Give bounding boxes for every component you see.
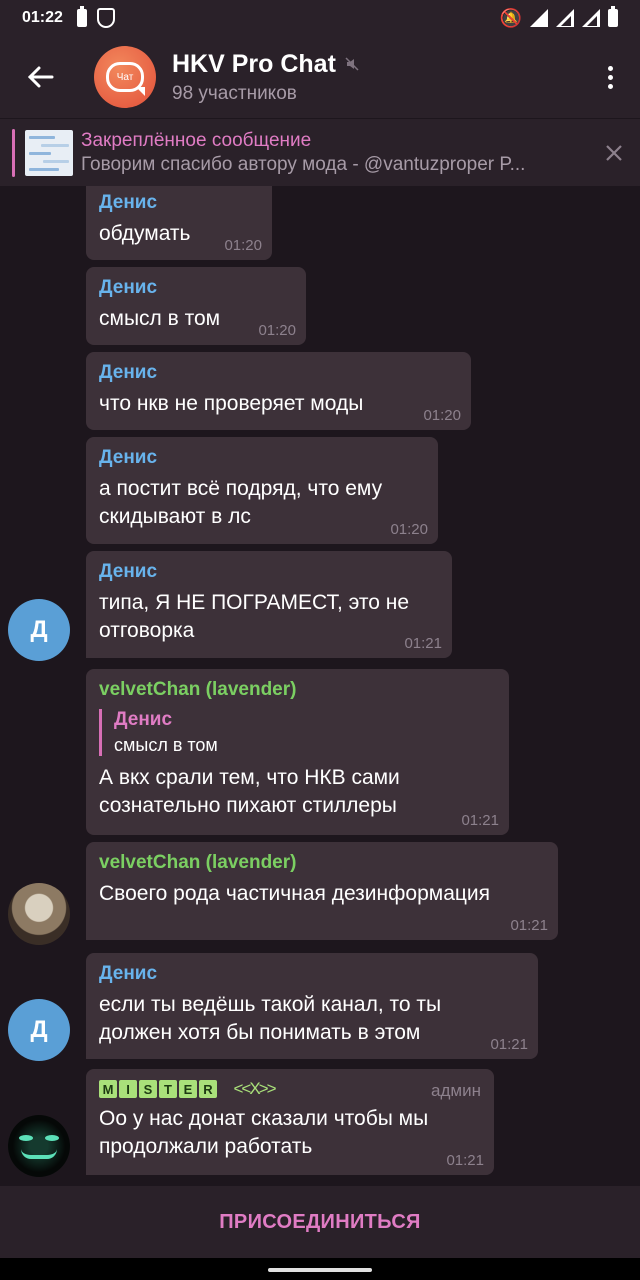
chat-header: Чат HKV Pro Chat 98 участников xyxy=(0,36,640,118)
message-bubble[interactable]: Денис смысл в том 01:20 xyxy=(86,267,306,345)
vpn-shield-icon xyxy=(96,8,115,28)
battery-saver-icon xyxy=(76,6,87,27)
navigation-bar xyxy=(0,1258,640,1280)
message-text-line: если ты ведёшь такой канал, то ты xyxy=(99,993,442,1016)
admin-badge: админ xyxy=(431,1081,481,1100)
chat-avatar[interactable]: Чат xyxy=(94,46,156,108)
chat-avatar-label: Чат xyxy=(116,71,134,83)
message-text-line: а постит всё подряд, что ему xyxy=(99,477,383,500)
notifications-off-icon: 🔕 xyxy=(499,7,522,28)
pinned-thumbnail xyxy=(25,129,73,176)
message-time: 01:21 xyxy=(404,635,442,652)
message-bubble[interactable]: Денис обдумать 01:20 xyxy=(86,186,272,260)
pinned-title: Закреплённое сообщение xyxy=(81,129,312,151)
message-bubble[interactable]: Денис если ты ведёшь такой канал, то ты … xyxy=(86,953,538,1059)
message-time: 01:21 xyxy=(446,1152,484,1169)
reply-sender: Денис xyxy=(114,709,173,730)
chat-title: HKV Pro Chat xyxy=(172,49,336,78)
message-text-line: А вкх срали тем, что НКВ сами xyxy=(99,766,400,789)
message-time: 01:20 xyxy=(224,237,262,254)
more-menu-button[interactable] xyxy=(580,36,640,118)
status-bar: 01:22 🔕 xyxy=(0,0,640,36)
message-sender: M I S T E R <<X>> xyxy=(99,1079,481,1099)
avatar[interactable] xyxy=(8,883,70,945)
message-sender: Денис xyxy=(99,963,158,984)
reply-quote[interactable]: Денис смысл в том xyxy=(99,709,496,756)
message-text: Своего рода частичная дезинформация xyxy=(99,882,491,905)
message-bubble[interactable]: M I S T E R <<X>> админ Оо у нас донат с… xyxy=(86,1069,494,1175)
message-text-line: Оо у нас донат сказали чтобы мы xyxy=(99,1107,429,1130)
message-bubble[interactable]: velvetChan (lavender) Своего рода частич… xyxy=(86,842,558,940)
reply-text: смысл в том xyxy=(114,735,218,755)
message-sender: Денис xyxy=(99,192,158,213)
message-text-line: сознательно пихают стиллеры xyxy=(99,794,397,817)
close-icon xyxy=(606,144,622,161)
more-vertical-icon xyxy=(607,65,613,71)
home-handle[interactable] xyxy=(268,1268,372,1272)
close-pinned-button[interactable] xyxy=(588,137,640,169)
avatar-letter: Д xyxy=(30,1016,48,1043)
message-sender: velvetChan (lavender) xyxy=(99,852,297,873)
message-text-line: продолжали работать xyxy=(99,1135,313,1158)
message-sender: Денис xyxy=(99,447,158,468)
message-text: что нкв не проверяет моды xyxy=(99,392,364,415)
signal-2-icon xyxy=(582,9,600,27)
message-sender: Денис xyxy=(99,277,158,298)
message-time: 01:20 xyxy=(390,521,428,538)
pinned-indicator xyxy=(12,128,15,177)
message-sender: velvetChan (lavender) xyxy=(99,679,297,700)
message-text-line: отговорка xyxy=(99,619,195,642)
message-bubble[interactable]: velvetChan (lavender) Денис смысл в том … xyxy=(86,669,509,835)
message-sender: Денис xyxy=(99,362,158,383)
join-button[interactable]: ПРИСОЕДИНИТЬСЯ xyxy=(219,1211,421,1234)
message-text-line: скидывают в лс xyxy=(99,505,251,528)
message-bubble[interactable]: Денис что нкв не проверяет моды 01:20 xyxy=(86,352,471,430)
chat-member-count: 98 участников xyxy=(172,82,297,104)
chat-info[interactable]: HKV Pro Chat 98 участников xyxy=(172,50,360,105)
message-time: 01:21 xyxy=(510,917,548,934)
message-time: 01:21 xyxy=(490,1036,528,1053)
avatar[interactable]: Д xyxy=(8,999,70,1061)
message-text-line: типа, Я НЕ ПОГРАМЕСТ, это не xyxy=(99,591,410,614)
pinned-text: Говорим спасибо автору мода - @vantuzpro… xyxy=(81,153,526,175)
back-button[interactable] xyxy=(0,36,80,118)
message-text-line: должен хотя бы понимать в этом xyxy=(99,1021,421,1044)
message-time: 01:20 xyxy=(258,322,296,339)
message-time: 01:20 xyxy=(423,407,461,424)
status-time: 01:22 xyxy=(22,9,63,26)
muted-icon xyxy=(345,57,359,71)
avatar[interactable] xyxy=(8,1115,70,1177)
avatar-letter: Д xyxy=(30,616,48,643)
message-bubble[interactable]: Денис типа, Я НЕ ПОГРАМЕСТ, это не отгов… xyxy=(86,551,452,658)
message-sender: Денис xyxy=(99,561,158,582)
sender-suffix: <<X>> xyxy=(233,1079,276,1098)
battery-icon xyxy=(608,6,618,27)
message-bubble[interactable]: Денис а постит всё подряд, что ему скиды… xyxy=(86,437,438,544)
message-time: 01:21 xyxy=(461,812,499,829)
pinned-message-bar[interactable]: Закреплённое сообщение Говорим спасибо а… xyxy=(0,118,640,186)
join-bar: ПРИСОЕДИНИТЬСЯ xyxy=(0,1186,640,1258)
signal-icon xyxy=(556,9,574,27)
wifi-icon xyxy=(530,9,548,27)
arrow-left-icon xyxy=(27,66,54,88)
avatar[interactable]: Д xyxy=(8,599,70,661)
